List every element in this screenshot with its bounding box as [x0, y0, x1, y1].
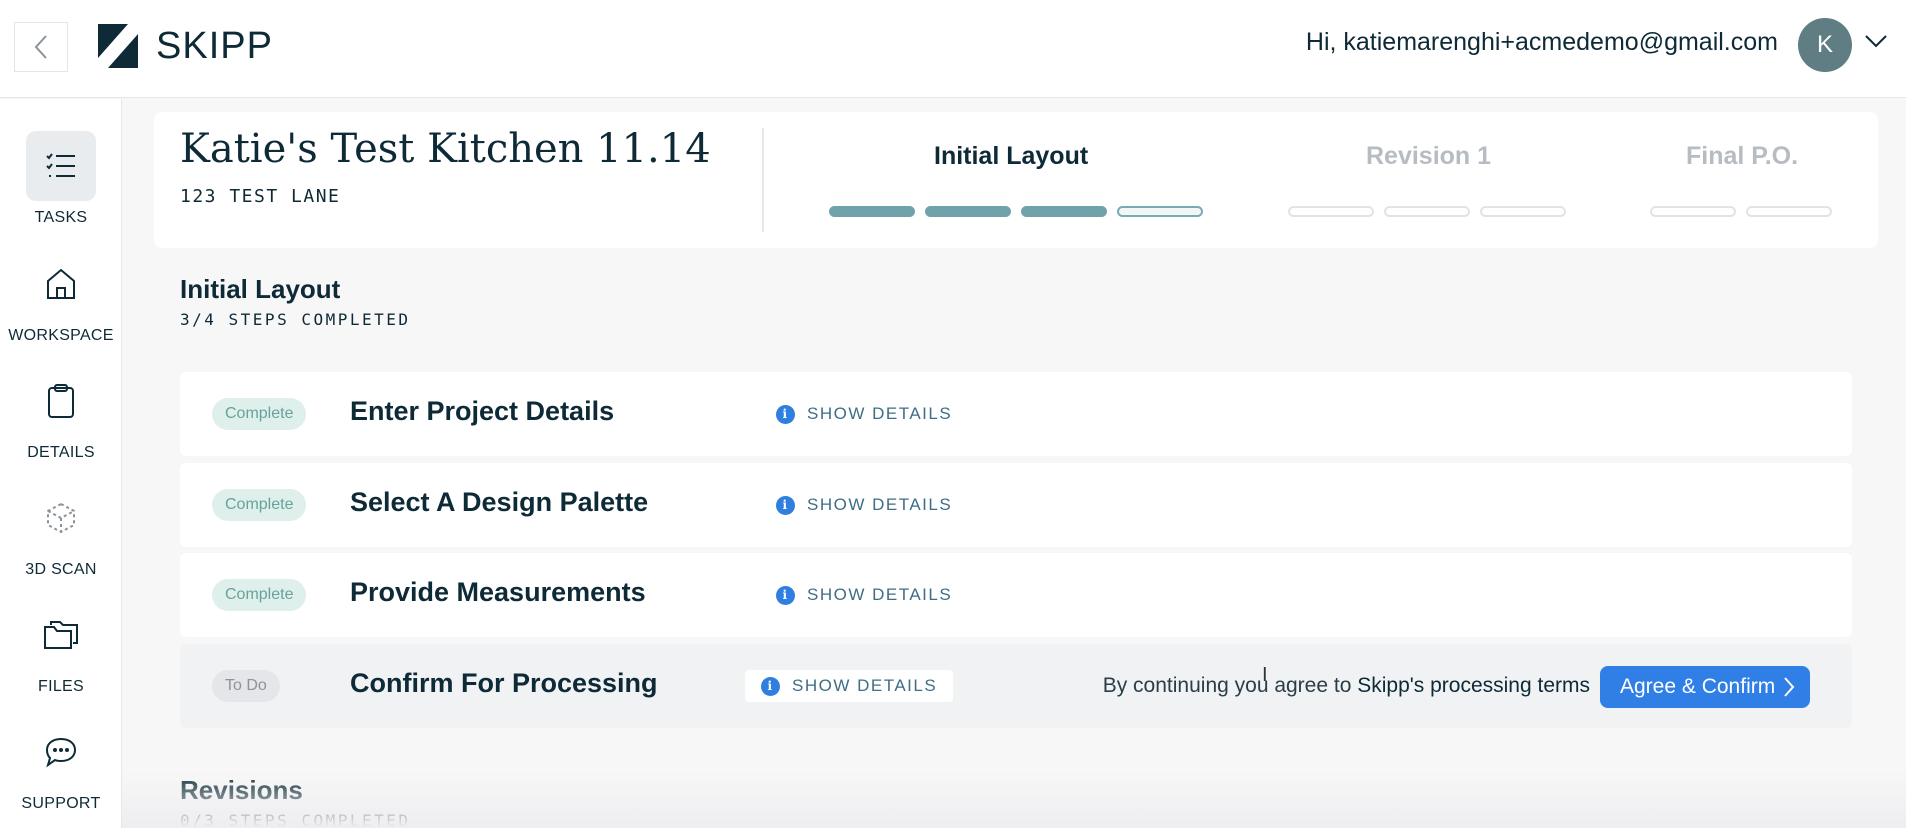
- task-row: Complete Provide Measurements i SHOW DET…: [180, 553, 1852, 637]
- sidebar-item-label: DETAILS: [27, 444, 95, 461]
- sidebar-item-label: SUPPORT: [21, 795, 101, 812]
- avatar[interactable]: K: [1798, 18, 1852, 72]
- task-name: Confirm For Processing: [350, 668, 658, 698]
- sidebar-item-label: FILES: [38, 678, 84, 695]
- show-details-label: SHOW DETAILS: [792, 676, 938, 695]
- sidebar-item-tasks[interactable]: TASKS: [0, 131, 122, 227]
- processing-terms-link[interactable]: Skipp's processing terms: [1357, 674, 1590, 697]
- sidebar-item-details[interactable]: DETAILS: [0, 366, 122, 462]
- 3d-scan-icon: [47, 502, 75, 534]
- section-title: Revisions: [180, 775, 303, 805]
- sidebar-item-3d-scan[interactable]: 3D SCAN: [0, 483, 122, 579]
- sidebar-item-label: WORKSPACE: [8, 327, 114, 344]
- text-cursor-icon: I: [1262, 664, 1268, 686]
- phase-initial-layout[interactable]: Initial Layout: [934, 142, 1088, 171]
- section-progress: 3/4 STEPS COMPLETED: [180, 310, 411, 329]
- show-details-label: SHOW DETAILS: [807, 404, 953, 423]
- phase-revision-1[interactable]: Revision 1: [1366, 142, 1491, 171]
- tasks-list-icon: [46, 153, 75, 177]
- processing-terms-text: By continuing you agree to Skipp's proce…: [1103, 674, 1590, 698]
- section-progress: 0/3 STEPS COMPLETED: [180, 811, 411, 828]
- progress-segment: [1650, 206, 1736, 217]
- project-header-card: Katie's Test Kitchen 11.14 123 TEST LANE…: [154, 112, 1878, 248]
- show-details-button[interactable]: i SHOW DETAILS: [745, 670, 954, 702]
- sidebar-item-label: 3D SCAN: [25, 561, 97, 578]
- show-details-button[interactable]: i SHOW DETAILS: [760, 579, 968, 611]
- progress-segment: [1480, 206, 1566, 217]
- task-row: Complete Enter Project Details i SHOW DE…: [180, 372, 1852, 456]
- chevron-left-icon: [34, 35, 47, 59]
- status-badge: Complete: [212, 579, 307, 611]
- user-greeting: Hi, katiemarenghi+acmedemo@gmail.com: [1305, 28, 1778, 56]
- task-name: Enter Project Details: [350, 396, 615, 426]
- sidebar-item-label: TASKS: [34, 209, 88, 226]
- info-icon: i: [776, 404, 795, 424]
- show-details-button[interactable]: i SHOW DETAILS: [760, 398, 968, 430]
- chevron-down-icon[interactable]: [1864, 34, 1888, 48]
- task-name: Provide Measurements: [350, 577, 646, 607]
- show-details-label: SHOW DETAILS: [807, 585, 953, 604]
- project-address: 123 TEST LANE: [180, 186, 341, 207]
- chevron-right-icon: [1784, 677, 1795, 697]
- divider: [762, 128, 764, 232]
- sidebar-item-support[interactable]: SUPPORT: [0, 717, 122, 813]
- show-details-label: SHOW DETAILS: [807, 495, 953, 514]
- sidebar: TASKS WORKSPACE DETAILS 3D SCAN FILES SU…: [0, 99, 122, 828]
- section-title: Initial Layout: [180, 274, 341, 304]
- show-details-button[interactable]: i SHOW DETAILS: [760, 489, 968, 521]
- progress-segment: [1288, 206, 1374, 217]
- info-icon: i: [776, 495, 795, 515]
- back-button[interactable]: [14, 22, 68, 72]
- progress-segment: [925, 206, 1011, 217]
- task-row: Complete Select A Design Palette i SHOW …: [180, 463, 1852, 547]
- skipp-logo-icon: [98, 24, 138, 68]
- home-icon: [47, 268, 75, 299]
- status-badge: To Do: [212, 670, 280, 702]
- agree-confirm-button[interactable]: Agree & Confirm: [1600, 666, 1810, 708]
- chat-bubble-icon: [45, 737, 77, 768]
- progress-segment: [1117, 206, 1203, 217]
- task-row: To Do Confirm For Processing i SHOW DETA…: [180, 644, 1852, 728]
- progress-segment: [1021, 206, 1107, 217]
- folders-icon: [44, 621, 78, 649]
- phase-final-po[interactable]: Final P.O.: [1686, 142, 1798, 171]
- top-header: SKIPP Hi, katiemarenghi+acmedemo@gmail.c…: [0, 0, 1906, 98]
- sidebar-item-workspace[interactable]: WORKSPACE: [0, 249, 122, 345]
- sidebar-item-files[interactable]: FILES: [0, 600, 122, 696]
- project-title: Katie's Test Kitchen 11.14: [180, 126, 711, 172]
- progress-segment: [1746, 206, 1832, 217]
- agree-confirm-label: Agree & Confirm: [1620, 675, 1776, 698]
- brand-logo[interactable]: SKIPP: [98, 24, 273, 68]
- clipboard-icon: [48, 384, 74, 418]
- progress-segment: [1384, 206, 1470, 217]
- status-badge: Complete: [212, 489, 307, 521]
- status-badge: Complete: [212, 398, 307, 430]
- info-icon: i: [761, 676, 780, 696]
- progress-segment: [829, 206, 915, 217]
- info-icon: i: [776, 585, 795, 605]
- brand-name: SKIPP: [156, 24, 273, 67]
- task-name: Select A Design Palette: [350, 487, 649, 517]
- terms-prefix: By continuing you agree to: [1102, 674, 1358, 697]
